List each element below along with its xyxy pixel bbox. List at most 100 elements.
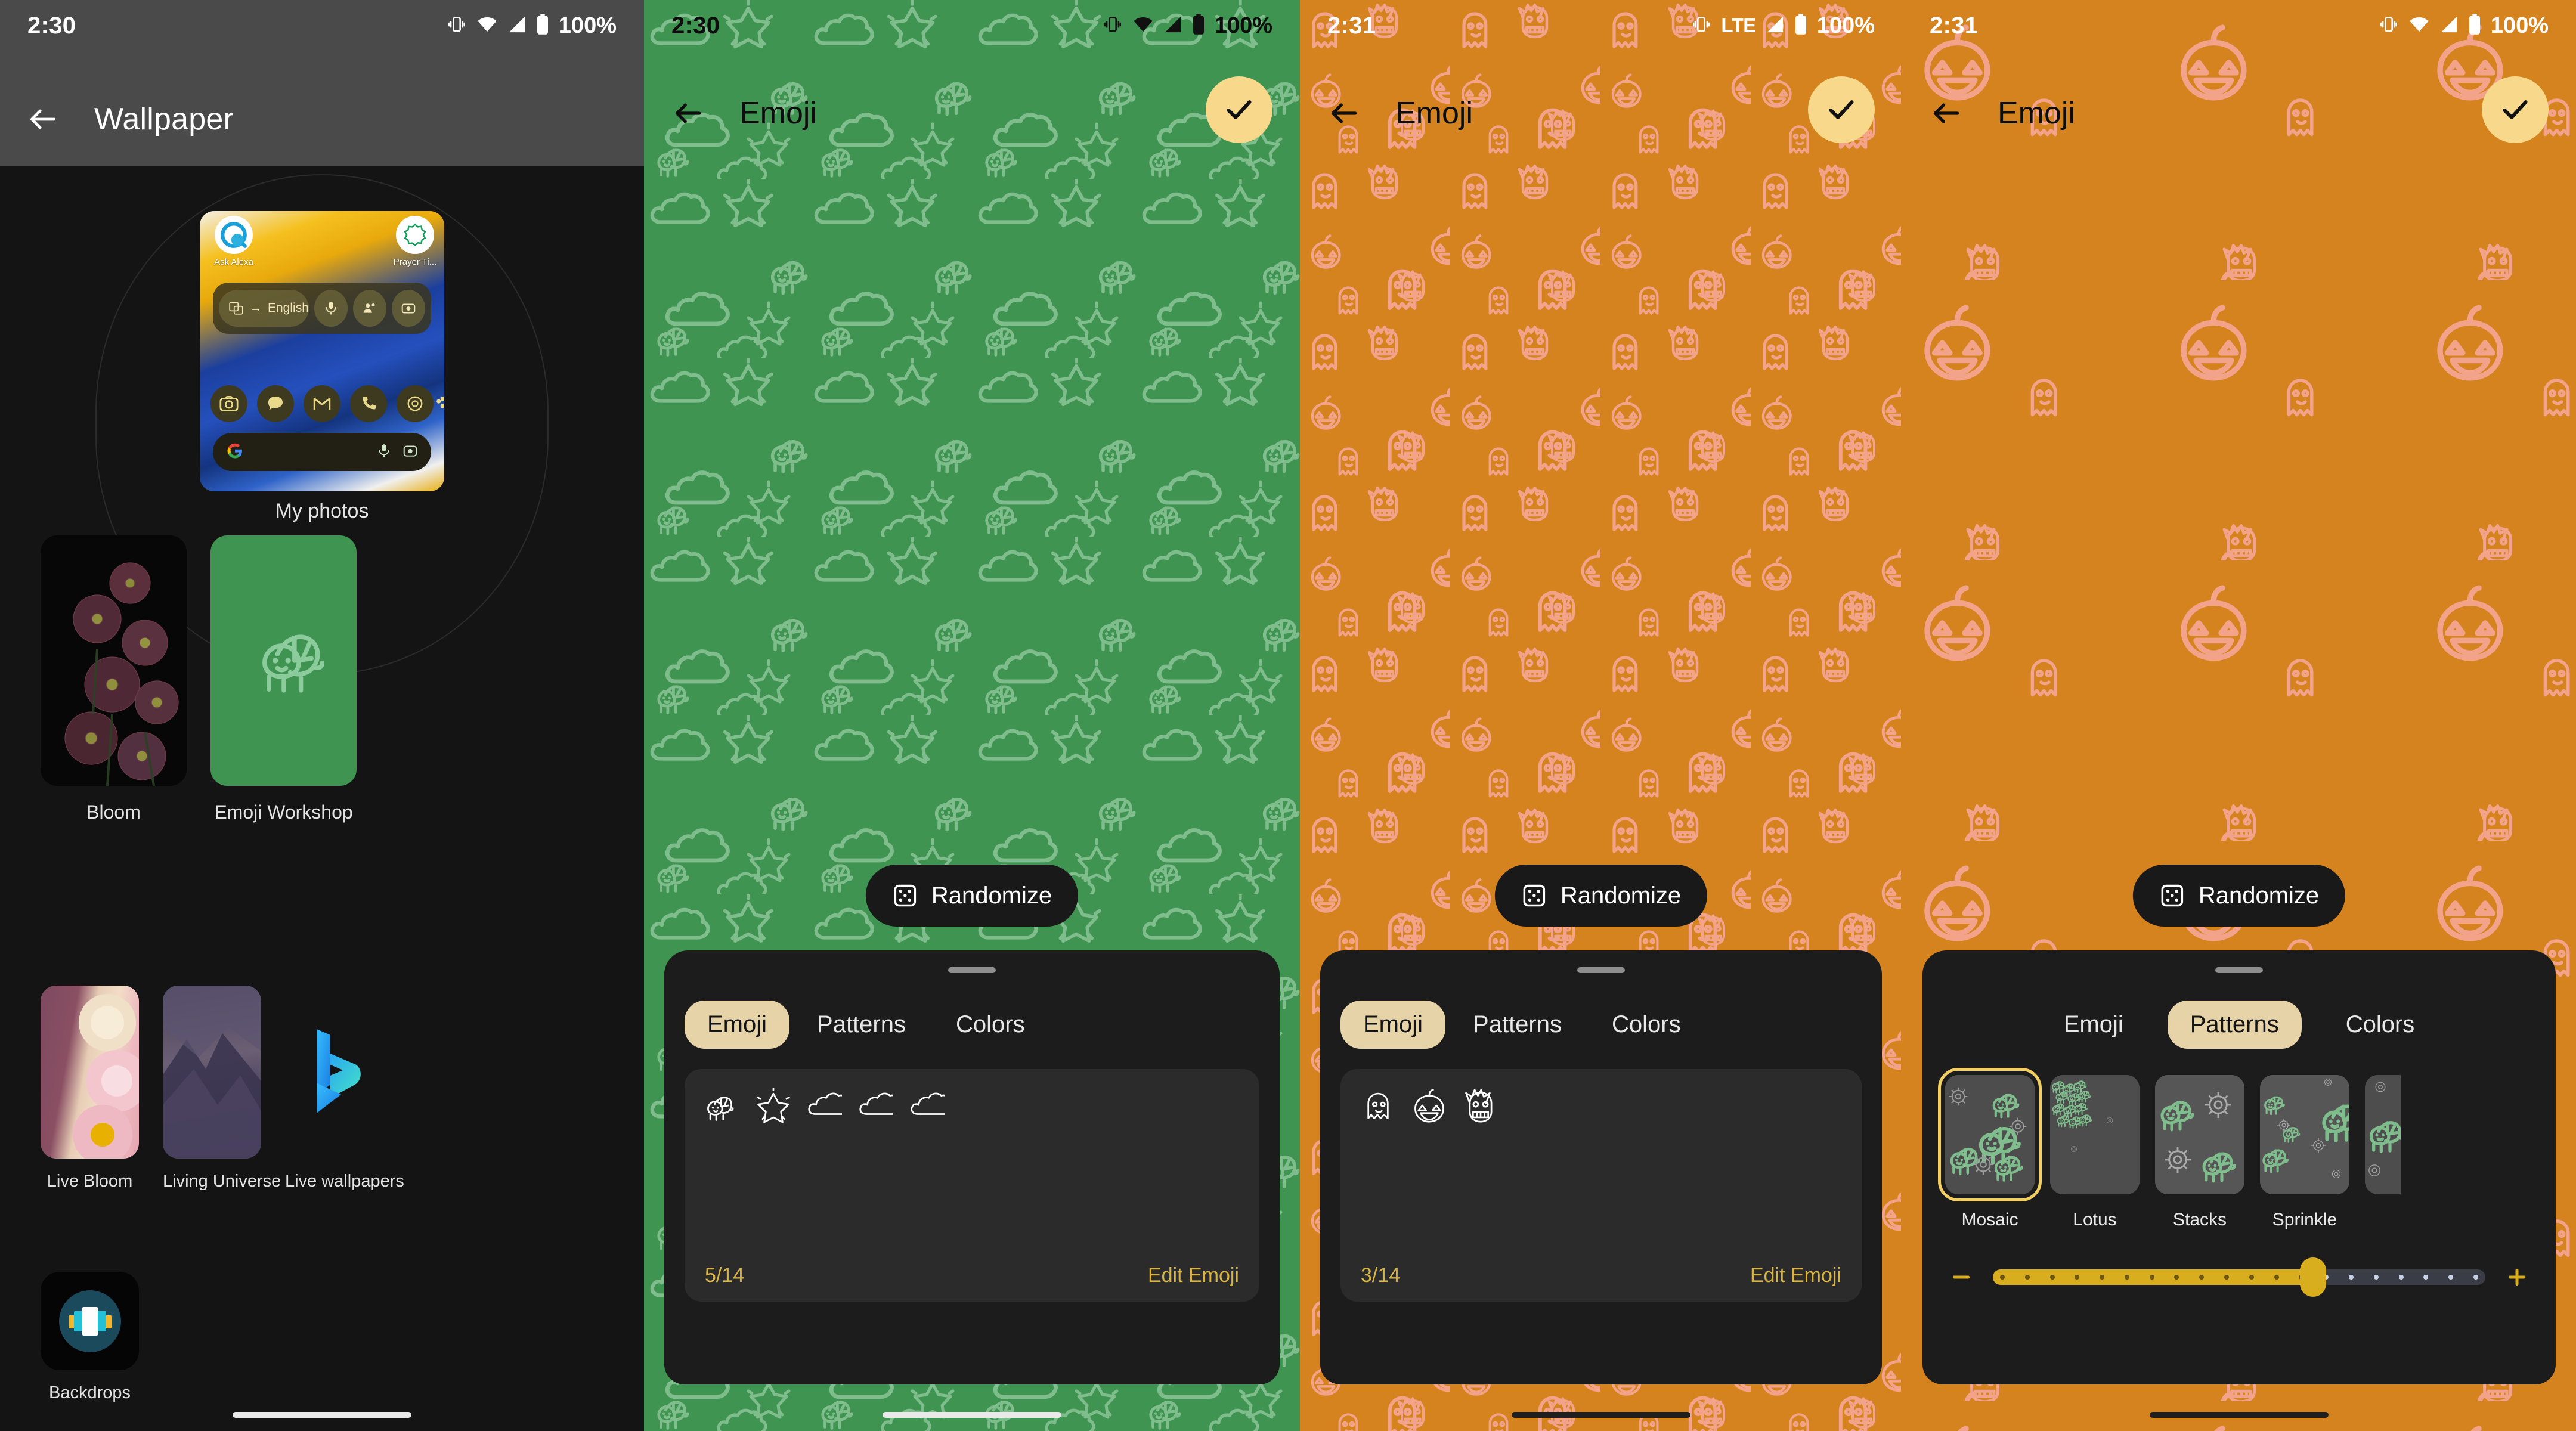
vibrate-icon xyxy=(1691,14,1711,38)
tab-emoji[interactable]: Emoji xyxy=(1340,1001,1446,1049)
tab-patterns[interactable]: Patterns xyxy=(2167,1001,2302,1049)
pattern-scale-slider[interactable] xyxy=(1943,1257,2535,1297)
wallpaper-list: Ask Alexa Prayer Ti... → English My phot… xyxy=(0,166,644,1431)
decrease-button[interactable] xyxy=(1948,1263,1975,1291)
page-title: Emoji xyxy=(1395,96,1473,131)
bloom-thumbnail xyxy=(41,535,187,786)
sheet-drag-handle[interactable] xyxy=(948,967,996,973)
preview-app-prayer: Prayer Ti... xyxy=(389,216,441,267)
translate-language-pill: → English xyxy=(219,290,309,327)
emoji-cloud[interactable] xyxy=(807,1088,853,1123)
edit-emoji-link[interactable]: Edit Emoji xyxy=(1750,1264,1841,1287)
my-photos-thumbnail[interactable]: Ask Alexa Prayer Ti... → English xyxy=(200,211,444,491)
emoji-turtle[interactable] xyxy=(705,1088,739,1123)
editor-bottom-sheet: Emoji Patterns Colors xyxy=(1922,950,2556,1384)
wallpaper-row-3: Backdrops xyxy=(41,1272,139,1403)
pattern-thumbnail xyxy=(2260,1075,2349,1194)
wallpaper-tile-live-wallpapers[interactable]: Live wallpapers xyxy=(285,986,404,1191)
tab-colors[interactable]: Colors xyxy=(2323,1001,2438,1049)
tab-colors[interactable]: Colors xyxy=(933,1001,1048,1049)
my-photos-label: My photos xyxy=(275,500,369,522)
pattern-item-sprinkle[interactable]: Sprinkle xyxy=(2260,1075,2349,1230)
tab-bar: Emoji Patterns Colors xyxy=(1943,1001,2535,1049)
confirm-button[interactable] xyxy=(1808,76,1875,143)
back-arrow-icon[interactable] xyxy=(24,100,62,138)
confirm-button[interactable] xyxy=(2482,76,2549,143)
tab-emoji[interactable]: Emoji xyxy=(685,1001,790,1049)
wallpaper-tile-emoji-workshop[interactable]: Emoji Workshop xyxy=(210,535,357,823)
tab-colors[interactable]: Colors xyxy=(1589,1001,1704,1049)
preview-app-alexa: Ask Alexa xyxy=(208,216,259,267)
nav-gesture-bar xyxy=(0,1412,644,1418)
voice-search-icon xyxy=(376,443,392,461)
status-time: 2:30 xyxy=(27,12,76,39)
back-arrow-icon[interactable] xyxy=(1927,94,1965,132)
camera-translate-icon xyxy=(391,290,425,327)
increase-button[interactable] xyxy=(2503,1263,2531,1291)
backdrops-thumbnail xyxy=(41,1272,139,1370)
randomize-button[interactable]: Randomize xyxy=(865,865,1079,927)
wallpaper-row-1: Bloom Emoji Workshop xyxy=(0,535,644,823)
battery-icon xyxy=(2468,13,2481,38)
wallpaper-tile-live-bloom[interactable]: Live Bloom xyxy=(41,986,139,1191)
emoji-count: 5/14 xyxy=(705,1264,745,1287)
pattern-list[interactable]: Mosaic Lotus Stacks Sprinkle xyxy=(1938,1068,2535,1230)
page-title: Emoji xyxy=(1998,96,2076,131)
emoji-count: 3/14 xyxy=(1361,1264,1401,1287)
confirm-button[interactable] xyxy=(1206,76,1272,143)
emoji-ghost[interactable] xyxy=(1361,1088,1395,1123)
chrome-icon xyxy=(397,385,444,422)
tab-patterns[interactable]: Patterns xyxy=(794,1001,928,1049)
randomize-button[interactable]: Randomize xyxy=(2132,865,2346,927)
prayer-times-icon xyxy=(396,216,434,254)
back-arrow-icon[interactable] xyxy=(669,94,707,132)
conversation-icon xyxy=(352,290,386,327)
apps-icon xyxy=(435,395,444,413)
wallpaper-tile-living-universe[interactable]: Living Universe xyxy=(163,986,281,1191)
wallpaper-tile-label: Living Universe xyxy=(163,1172,281,1191)
slider-track[interactable] xyxy=(1993,1257,2485,1297)
signal-icon xyxy=(2439,16,2459,36)
tab-emoji[interactable]: Emoji xyxy=(2041,1001,2146,1049)
screenshot-strip: 2:30 100% Wallpaper Ask Alexa Prayer Ti.… xyxy=(0,0,2576,1431)
tab-patterns[interactable]: Patterns xyxy=(1450,1001,1584,1049)
emoji-cloud[interactable] xyxy=(910,1088,955,1123)
battery-percent: 100% xyxy=(1816,13,1875,38)
live-bloom-thumbnail xyxy=(41,986,139,1159)
google-search-bar xyxy=(213,433,431,471)
pattern-item-lotus[interactable]: Lotus xyxy=(2050,1075,2140,1230)
emoji-workshop-thumbnail xyxy=(210,535,357,786)
sheet-drag-handle[interactable] xyxy=(2215,967,2263,973)
status-bar: 2:31 100% xyxy=(1902,0,2576,51)
battery-icon xyxy=(536,13,549,38)
preview-app-label: Prayer Ti... xyxy=(393,257,437,267)
preview-dock xyxy=(210,385,444,422)
slider-thumb[interactable] xyxy=(2299,1257,2326,1297)
my-photos-section[interactable]: Ask Alexa Prayer Ti... → English My phot… xyxy=(0,166,644,675)
pattern-item-stacks[interactable]: Stacks xyxy=(2155,1075,2244,1230)
alexa-icon xyxy=(215,216,253,254)
pattern-item-mosaic[interactable]: Mosaic xyxy=(1938,1068,2042,1230)
wallpaper-tile-backdrops[interactable]: Backdrops xyxy=(41,1272,139,1403)
wallpaper-tile-bloom[interactable]: Bloom xyxy=(41,535,187,823)
selected-emoji-row xyxy=(705,1087,1239,1123)
translate-language-label: English xyxy=(268,301,309,315)
emoji-jack-o-lantern[interactable] xyxy=(1412,1088,1447,1123)
dice-icon xyxy=(1523,884,1546,907)
status-icons: 100% xyxy=(2379,13,2549,39)
back-arrow-icon[interactable] xyxy=(1325,94,1363,132)
randomize-button[interactable]: Randomize xyxy=(1494,865,1708,927)
status-icons: 100% xyxy=(447,13,617,39)
emoji-ogre[interactable] xyxy=(1463,1088,1498,1123)
sheet-drag-handle[interactable] xyxy=(1577,967,1625,973)
status-time: 2:30 xyxy=(671,12,720,39)
emoji-sparkle-star[interactable] xyxy=(756,1087,791,1123)
pattern-item-next[interactable] xyxy=(2365,1075,2401,1230)
camera-icon xyxy=(210,385,247,422)
emoji-cloud[interactable] xyxy=(859,1088,904,1123)
edit-emoji-link[interactable]: Edit Emoji xyxy=(1148,1264,1239,1287)
translate-icon xyxy=(229,302,243,315)
panel-emoji-green: 2:30 100% Emoji Randomize Emoji Patterns… xyxy=(644,0,1300,1431)
translate-widget: → English xyxy=(213,283,431,334)
nav-gesture-bar xyxy=(644,1412,1300,1418)
